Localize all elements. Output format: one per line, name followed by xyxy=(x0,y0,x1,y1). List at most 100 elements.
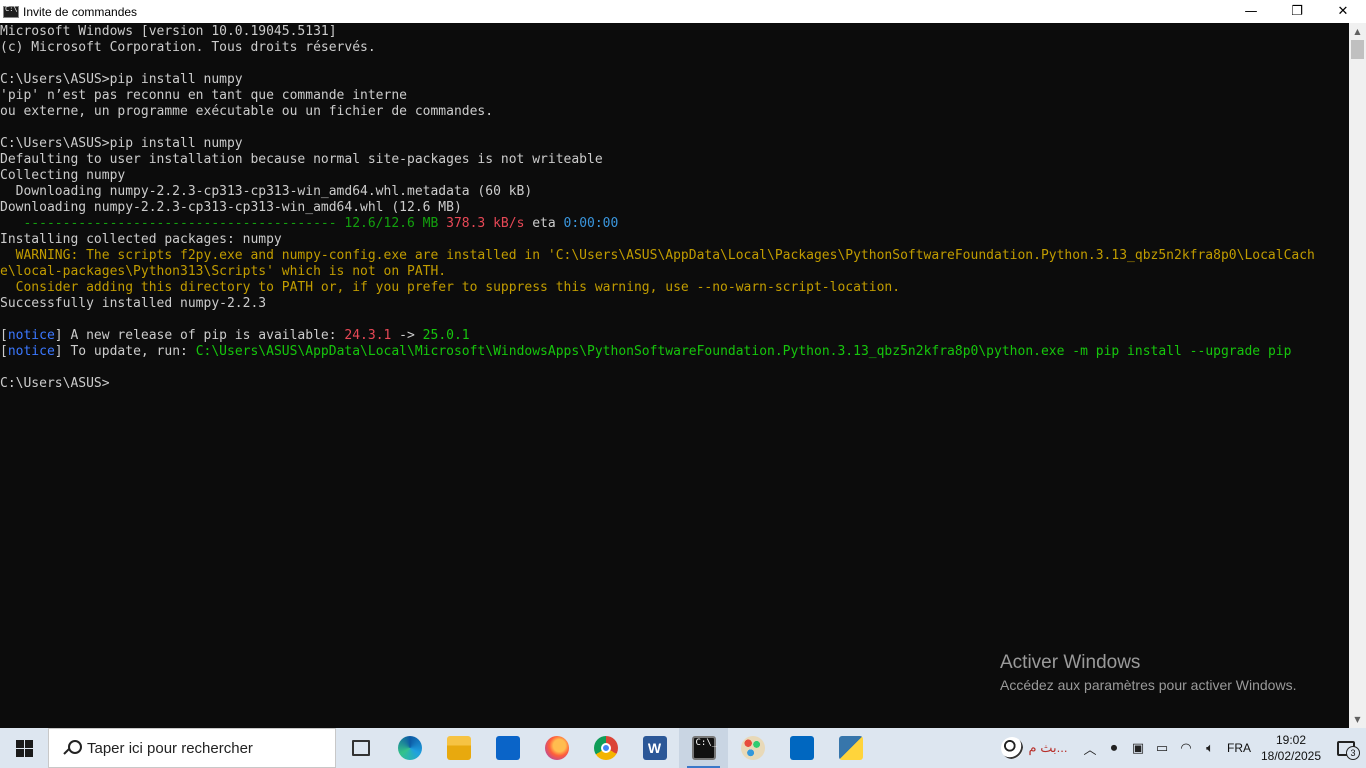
notification-center-button[interactable]: 3 xyxy=(1326,728,1366,768)
scroll-up-icon[interactable]: ▲ xyxy=(1349,23,1366,40)
window-title: Invite de commandes xyxy=(23,4,138,19)
console-line: 'pip' n’est pas reconnu en tant que comm… xyxy=(0,88,1349,104)
python-icon xyxy=(838,736,863,760)
maximize-button[interactable]: ❐ xyxy=(1274,0,1320,23)
console-segment: 378.3 kB/s xyxy=(446,216,525,231)
console-line: [notice] A new release of pip is availab… xyxy=(0,328,1349,344)
close-button[interactable]: ✕ xyxy=(1320,0,1366,23)
taskbar-chrome[interactable] xyxy=(581,728,630,768)
console-line: ou externe, un programme exécutable ou u… xyxy=(0,104,1349,120)
taskbar-firefox[interactable] xyxy=(532,728,581,768)
minimize-button[interactable]: — xyxy=(1228,0,1274,23)
console-segment: 25.0.1 xyxy=(422,328,470,343)
console-segment: Successfully installed numpy-2.2.3 xyxy=(0,296,267,311)
battery-icon[interactable]: ▭ xyxy=(1150,728,1174,768)
store-icon xyxy=(789,736,814,760)
console-segment: eta xyxy=(524,216,564,231)
wifi-icon[interactable]: ◠ xyxy=(1174,728,1198,768)
news-widget[interactable]: بث م... xyxy=(990,728,1078,768)
console-segment xyxy=(438,216,446,231)
clock-time: 19:02 xyxy=(1275,733,1307,747)
console-segment: (c) Microsoft Corporation. Tous droits r… xyxy=(0,40,376,55)
clock[interactable]: 19:02 18/02/2025 xyxy=(1256,728,1326,768)
console-segment: notice xyxy=(7,328,55,343)
console-segment: Installing collected packages: numpy xyxy=(0,232,282,247)
watermark-title: Activer Windows xyxy=(1000,652,1141,673)
console-line: Microsoft Windows [version 10.0.19045.51… xyxy=(0,24,1349,40)
console-segment: Consider adding this directory to PATH o… xyxy=(0,280,901,295)
vertical-scrollbar[interactable]: ▲ ▼ xyxy=(1349,23,1366,728)
activation-watermark: Activer Windows Accédez aux paramètres p… xyxy=(1000,652,1296,695)
title-bar[interactable]: Invite de commandes — ❐ ✕ xyxy=(0,0,1366,23)
football-icon xyxy=(1000,737,1023,759)
console-segment: -> xyxy=(391,328,423,343)
taskbar-paint[interactable] xyxy=(728,728,777,768)
scroll-down-icon[interactable]: ▼ xyxy=(1349,711,1366,728)
console-line: WARNING: The scripts f2py.exe and numpy-… xyxy=(0,248,1349,264)
console-segment: C:\Users\ASUS>pip install numpy xyxy=(0,72,243,87)
taskbar-mail[interactable] xyxy=(483,728,532,768)
paint-icon xyxy=(740,736,765,760)
console-output[interactable]: Microsoft Windows [version 10.0.19045.51… xyxy=(0,23,1349,728)
taskbar-cmd[interactable]: C:\_ xyxy=(679,728,728,768)
console-segment: ] A new release of pip is available: xyxy=(54,328,345,343)
windows-logo-icon xyxy=(15,739,33,757)
task-view-icon xyxy=(351,740,370,756)
chrome-icon xyxy=(593,736,618,760)
console-line: [notice] To update, run: C:\Users\ASUS\A… xyxy=(0,344,1349,360)
show-hidden-icons-chevron-icon[interactable]: ︿ xyxy=(1078,728,1102,768)
cmd-app-icon xyxy=(3,5,19,18)
console-segment: C:\Users\ASUS>pip install numpy xyxy=(0,136,243,151)
cmd-icon: C:\_ xyxy=(691,736,717,760)
console-line: ----------------------------------------… xyxy=(0,216,1349,232)
console-segment: Downloading numpy-2.2.3-cp313-cp313-win_… xyxy=(0,200,462,215)
console-segment: Microsoft Windows [version 10.0.19045.51… xyxy=(0,24,337,39)
news-widget-label: بث م... xyxy=(1028,740,1068,755)
mail-icon xyxy=(495,736,520,760)
device-icon[interactable]: ▣ xyxy=(1126,728,1150,768)
console-segment: 'pip' n’est pas reconnu en tant que comm… xyxy=(0,88,407,103)
volume-icon[interactable]: 🔈︎ xyxy=(1198,728,1222,768)
taskbar-file-explorer[interactable] xyxy=(434,728,483,768)
console-line: Consider adding this directory to PATH o… xyxy=(0,280,1349,296)
console-segment: WARNING: The scripts f2py.exe and numpy-… xyxy=(0,248,1315,263)
console-line: Installing collected packages: numpy xyxy=(0,232,1349,248)
console-line: Downloading numpy-2.2.3-cp313-cp313-win_… xyxy=(0,184,1349,200)
search-placeholder: Taper ici pour rechercher xyxy=(87,739,253,757)
console-line: Downloading numpy-2.2.3-cp313-cp313-win_… xyxy=(0,200,1349,216)
system-tray: بث م... ︿ ⏺ ▣ ▭ ◠ 🔈︎ FRA 19:02 18/02/202… xyxy=(990,728,1366,768)
firefox-icon xyxy=(544,736,569,760)
console-segment: [ xyxy=(0,344,8,359)
taskbar-edge[interactable] xyxy=(385,728,434,768)
watermark-subtitle: Accédez aux paramètres pour activer Wind… xyxy=(1000,677,1297,693)
notification-count-badge: 3 xyxy=(1346,746,1360,760)
console-segment: 0:00:00 xyxy=(563,216,619,231)
scroll-thumb[interactable] xyxy=(1351,40,1364,59)
console-segment: 24.3.1 xyxy=(344,328,392,343)
start-button[interactable] xyxy=(0,728,48,768)
console-line: C:\Users\ASUS>pip install numpy xyxy=(0,72,1349,88)
language-indicator[interactable]: FRA xyxy=(1222,728,1256,768)
console-line: Collecting numpy xyxy=(0,168,1349,184)
taskbar: Taper ici pour rechercher W C:\_ بث م...… xyxy=(0,728,1366,768)
meet-now-icon[interactable]: ⏺ xyxy=(1102,728,1126,768)
taskbar-word[interactable]: W xyxy=(630,728,679,768)
console-line: Successfully installed numpy-2.2.3 xyxy=(0,296,1349,312)
console-segment: Collecting numpy xyxy=(0,168,126,183)
edge-icon xyxy=(397,736,422,760)
taskbar-python[interactable] xyxy=(826,728,875,768)
taskbar-search[interactable]: Taper ici pour rechercher xyxy=(48,728,336,768)
console-line: Defaulting to user installation because … xyxy=(0,152,1349,168)
console-segment: Defaulting to user installation because … xyxy=(0,152,603,167)
console-segment: e\local-packages\Python313\Scripts' whic… xyxy=(0,264,447,279)
search-icon xyxy=(63,739,82,757)
taskbar-store[interactable] xyxy=(777,728,826,768)
console-line: C:\Users\ASUS> xyxy=(0,376,1349,392)
console-line: C:\Users\ASUS>pip install numpy xyxy=(0,136,1349,152)
clock-date: 18/02/2025 xyxy=(1260,749,1322,763)
task-view-button[interactable] xyxy=(336,728,385,768)
console-segment: C:\Users\ASUS> xyxy=(0,376,110,391)
